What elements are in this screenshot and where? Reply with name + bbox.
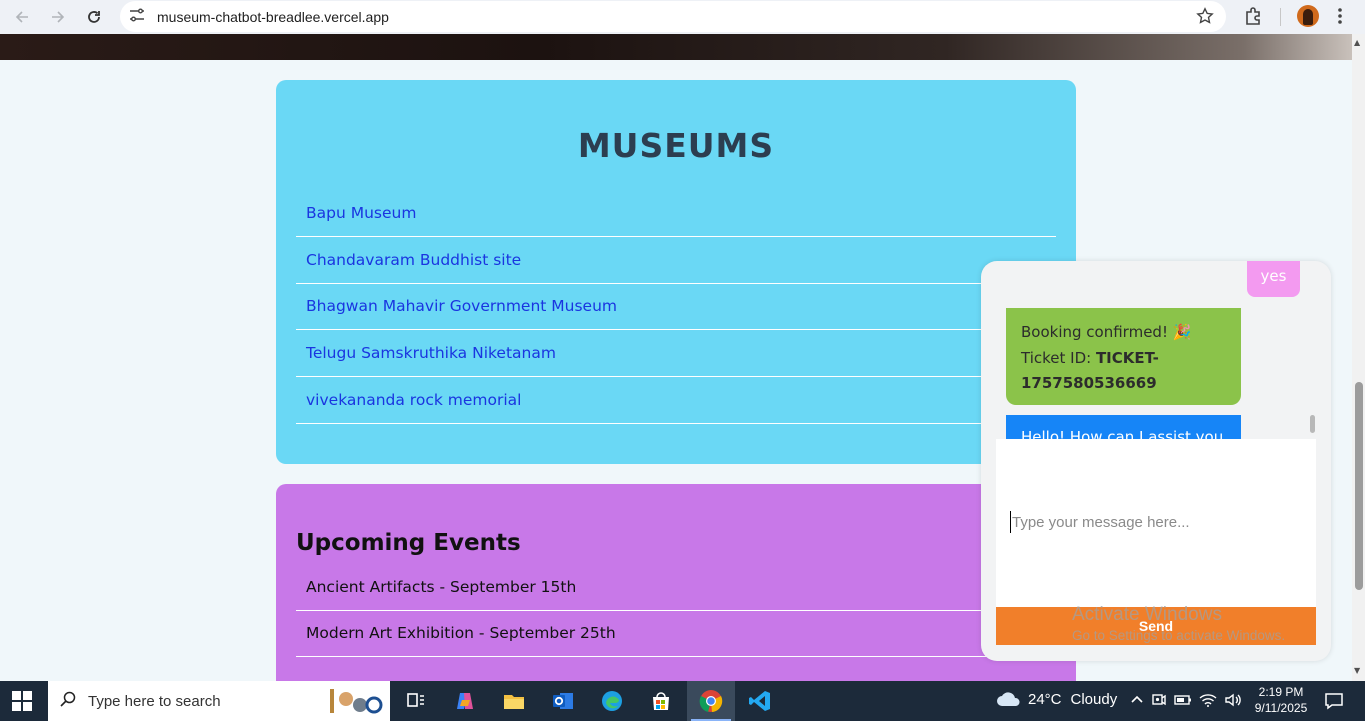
bookmark-star-icon[interactable] — [1196, 7, 1214, 29]
url-text: museum-chatbot-breadlee.vercel.app — [157, 8, 389, 25]
reload-button[interactable] — [76, 0, 112, 34]
windows-start-icon[interactable] — [12, 691, 32, 711]
taskbar-clock[interactable]: 2:19 PM 9/11/2025 — [1250, 684, 1312, 716]
ticket-label: Ticket ID: — [1021, 348, 1096, 367]
reload-icon — [88, 11, 100, 23]
taskbar-search-box[interactable]: Type here to search — [48, 681, 390, 721]
battery-icon[interactable] — [1174, 692, 1192, 712]
list-item: Chandavaram Buddhist site — [296, 237, 1056, 284]
arrow-right-icon — [52, 11, 65, 23]
chat-input-area — [996, 439, 1316, 607]
send-button[interactable]: Send — [996, 607, 1316, 645]
arrow-left-icon — [15, 11, 28, 23]
weather-description: Cloudy — [1070, 690, 1118, 708]
windows-taskbar: Type here to search 24°C Cloudy 2:19 PM … — [0, 681, 1365, 721]
museums-card: MUSEUMS Bapu Museum Chandavaram Buddhist… — [276, 80, 1076, 464]
clock-date: 9/11/2025 — [1254, 701, 1308, 715]
scrollbar-thumb[interactable] — [1355, 382, 1363, 590]
event-list: Ancient Artifacts - September 15th Moder… — [296, 564, 1056, 657]
more-menu-icon[interactable] — [1337, 6, 1343, 30]
list-item: Ancient Artifacts - September 15th — [296, 564, 1056, 611]
weather-temperature: 24°C — [1028, 690, 1062, 708]
microsoft-store-icon[interactable] — [637, 681, 685, 721]
scroll-down-arrow-icon[interactable]: ▼ — [1354, 666, 1360, 675]
search-icon — [60, 691, 76, 711]
museum-link[interactable]: Chandavaram Buddhist site — [306, 251, 521, 269]
museum-link[interactable]: Telugu Samskruthika Niketanam — [306, 344, 556, 362]
confirmation-text: Booking confirmed! 🎉 — [1021, 323, 1192, 341]
notification-icon[interactable] — [1324, 691, 1344, 715]
list-item: Bhagwan Mahavir Government Museum — [296, 284, 1056, 331]
copilot-icon[interactable] — [441, 681, 489, 721]
museum-link[interactable]: vivekananda rock memorial — [306, 391, 521, 409]
ticket-line: Ticket ID: TICKET-1757580536669 — [1021, 346, 1226, 397]
chevron-up-icon[interactable] — [1130, 692, 1144, 712]
file-explorer-icon[interactable] — [490, 681, 538, 721]
list-item: Telugu Samskruthika Niketanam — [296, 330, 1056, 378]
museums-title: MUSEUMS — [577, 126, 775, 165]
site-settings-icon[interactable] — [129, 7, 147, 26]
page-scrollbar[interactable]: ▲ ▼ — [1352, 34, 1365, 681]
bot-message-greeting: Hello! How can I assist you — [1006, 415, 1241, 439]
cloud-icon — [997, 692, 1020, 706]
edge-icon[interactable] — [588, 681, 636, 721]
toolbar-divider — [1280, 8, 1281, 26]
system-tray — [1130, 692, 1242, 712]
search-placeholder: Type here to search — [88, 692, 221, 710]
list-item: Modern Art Exhibition - September 25th — [296, 611, 1056, 657]
extensions-puzzle-icon[interactable] — [1243, 6, 1263, 30]
chat-message-input[interactable] — [1010, 511, 1300, 533]
user-message: yes — [1247, 261, 1300, 297]
events-title: Upcoming Events — [296, 530, 521, 556]
back-button[interactable] — [4, 0, 40, 34]
hero-image — [0, 34, 1352, 60]
outlook-icon[interactable] — [539, 681, 587, 721]
bot-message-confirmation: Booking confirmed! 🎉 Ticket ID: TICKET-1… — [1006, 308, 1241, 405]
chrome-icon[interactable] — [687, 681, 735, 721]
weather-widget[interactable]: 24°C Cloudy — [996, 690, 1117, 708]
clock-time: 2:19 PM — [1258, 685, 1304, 699]
browser-toolbar: museum-chatbot-breadlee.vercel.app — [0, 0, 1365, 34]
museum-link[interactable]: Bhagwan Mahavir Government Museum — [306, 297, 617, 315]
wifi-icon[interactable] — [1199, 692, 1217, 712]
museum-link[interactable]: Bapu Museum — [306, 204, 416, 222]
address-bar[interactable]: museum-chatbot-breadlee.vercel.app — [120, 1, 1226, 32]
search-highlight-icon — [330, 689, 383, 714]
chat-message-list[interactable]: yes Booking confirmed! 🎉 Ticket ID: TICK… — [981, 261, 1331, 439]
list-item: vivekananda rock memorial — [296, 377, 1056, 424]
task-view-icon[interactable] — [392, 681, 440, 721]
scroll-up-arrow-icon[interactable]: ▲ — [1354, 38, 1360, 47]
chatbot-widget: yes Booking confirmed! 🎉 Ticket ID: TICK… — [981, 261, 1331, 661]
chat-scrollbar-thumb[interactable] — [1310, 415, 1315, 433]
forward-button[interactable] — [40, 0, 76, 34]
profile-avatar[interactable] — [1297, 5, 1319, 27]
list-item: Bapu Museum — [296, 190, 1056, 237]
events-card: Upcoming Events Ancient Artifacts - Sept… — [276, 484, 1076, 681]
museum-list: Bapu Museum Chandavaram Buddhist site Bh… — [296, 190, 1056, 424]
volume-icon[interactable] — [1224, 692, 1242, 712]
meet-now-icon[interactable] — [1151, 692, 1167, 712]
vscode-icon[interactable] — [736, 681, 784, 721]
